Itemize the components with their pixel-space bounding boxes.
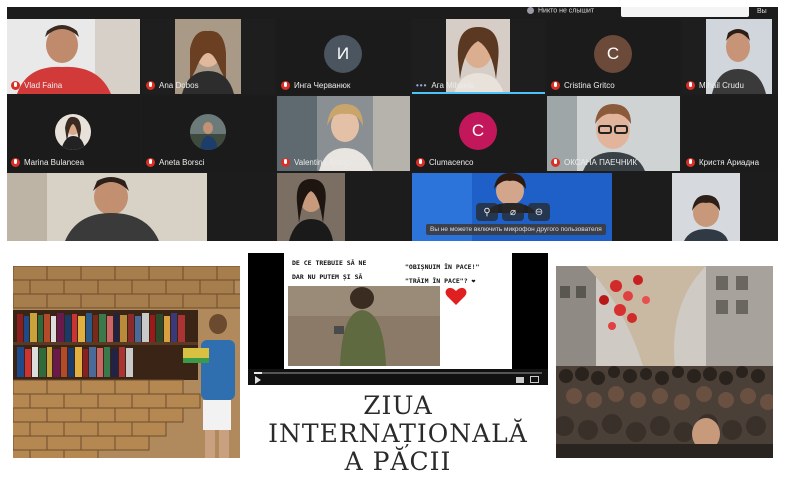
- participant-tile[interactable]: Кристя Ариадна: [682, 96, 778, 171]
- remove-icon[interactable]: ⊖: [528, 203, 550, 221]
- participant-name-label: Инга Черванюк: [281, 80, 350, 91]
- participant-tile[interactable]: ⚲ ⌀ ⊖ Вы не можете включить микрофон дру…: [412, 173, 612, 241]
- participant-video: [7, 173, 207, 241]
- participant-tile[interactable]: Valentina Antoci: [277, 96, 410, 171]
- video-conference-grid: Никто не слышит Вы Vlad Faina Ana Dobos …: [7, 7, 778, 241]
- participant-avatar: [55, 114, 91, 150]
- participant-tile[interactable]: Aneta Borsci: [142, 96, 275, 171]
- participant-name-label: Aneta Borsci: [146, 157, 204, 168]
- pin-icon[interactable]: ⚲: [476, 203, 498, 221]
- participant-tile[interactable]: Vlad Faina: [7, 19, 140, 94]
- mic-muted-icon: [416, 158, 425, 167]
- video-control-bar: [248, 369, 548, 385]
- volume-icon[interactable]: [516, 377, 524, 383]
- more-options-icon[interactable]: •••: [416, 81, 427, 90]
- video-text-question-2: DAR NU PUTEM ȘI SĂ: [292, 273, 363, 281]
- mic-tooltip: Вы не можете включить микрофон другого п…: [426, 224, 606, 235]
- notification-icon: [527, 7, 534, 14]
- video-player[interactable]: DE CE TREBUIE SĂ NE DAR NU PUTEM ȘI SĂ "…: [248, 253, 548, 385]
- participant-avatar: C: [459, 112, 497, 150]
- participant-name-label: Valentina Antoci: [281, 157, 351, 168]
- participant-video: [672, 173, 740, 241]
- participant-controls: ⚲ ⌀ ⊖: [476, 203, 550, 221]
- books-and-bricks-image: [13, 266, 240, 458]
- crowd-in-ruined-street-image: [556, 266, 773, 458]
- mic-muted-icon: [551, 158, 560, 167]
- seek-bar[interactable]: [254, 372, 542, 374]
- mic-muted-icon: [146, 81, 155, 90]
- mic-off-icon[interactable]: ⌀: [502, 203, 524, 221]
- participant-name-label: Vlad Faina: [11, 80, 62, 91]
- participant-avatar: [190, 114, 226, 150]
- participant-name-label: Cristina Gritco: [551, 80, 615, 91]
- mic-muted-icon: [146, 158, 155, 167]
- mic-muted-icon: [281, 81, 290, 90]
- exit-button[interactable]: Вы: [757, 8, 767, 15]
- mic-muted-icon: [281, 158, 290, 167]
- mic-muted-icon: [551, 81, 560, 90]
- conference-top-bar: Никто не слышит Вы: [7, 7, 778, 19]
- page-title: ZIUA INTERNAȚIONALĂ A PĂCII: [248, 392, 548, 477]
- mic-muted-icon: [686, 81, 695, 90]
- participant-tile[interactable]: [672, 173, 740, 241]
- participant-tile[interactable]: Marina Bulancea: [7, 96, 140, 171]
- participant-name-label: Clumacenco: [416, 157, 473, 168]
- participant-name-label: ОКСАНА ПАЕЧНИК: [551, 157, 637, 168]
- notification[interactable]: Никто не слышит: [527, 7, 594, 14]
- participant-video: [277, 173, 345, 241]
- video-content: DE CE TREBUIE SĂ NE DAR NU PUTEM ȘI SĂ "…: [284, 253, 512, 369]
- participant-avatar: И: [324, 35, 362, 73]
- participant-tile[interactable]: И Инга Черванюк: [277, 19, 410, 94]
- title-line-2: INTERNAȚIONALĂ: [268, 419, 528, 448]
- child-soldier-scene: [288, 286, 440, 366]
- fullscreen-icon[interactable]: [530, 376, 539, 383]
- participant-tile[interactable]: [277, 173, 345, 241]
- video-text-quote-2: "TRĂIM ÎN PACE"? ❤: [405, 277, 476, 285]
- participant-tile[interactable]: [7, 173, 207, 241]
- participant-tile[interactable]: C Clumacenco: [412, 96, 545, 171]
- participant-tile[interactable]: Mihail Crudu: [682, 19, 778, 94]
- title-line-1: ZIUA: [363, 391, 433, 420]
- participant-tile[interactable]: C Cristina Gritco: [547, 19, 680, 94]
- participant-name-label: Ana Dobos: [146, 80, 199, 91]
- play-icon[interactable]: [255, 376, 261, 384]
- mic-muted-icon: [686, 158, 695, 167]
- video-text-question-1: DE CE TREBUIE SĂ NE: [292, 259, 367, 267]
- participant-name-label: Mihail Crudu: [686, 80, 744, 91]
- participant-tile-active[interactable]: ••• Ага Mihaela: [412, 19, 545, 94]
- participant-tile[interactable]: ОКСАНА ПАЕЧНИК: [547, 96, 680, 171]
- title-line-3: A PĂCII: [344, 447, 452, 476]
- search-box[interactable]: [621, 7, 749, 17]
- video-text-quote-1: "OBIȘNUIM ÎN PACE!": [405, 263, 480, 271]
- participant-name-label: ••• Ага Mihaela: [416, 81, 475, 90]
- seek-progress: [254, 372, 262, 374]
- participant-tile[interactable]: Ana Dobos: [142, 19, 275, 94]
- heart-icon: [445, 287, 467, 305]
- participant-name-label: Marina Bulancea: [11, 157, 84, 168]
- mic-muted-icon: [11, 81, 20, 90]
- participant-name-label: Кристя Ариадна: [686, 157, 759, 168]
- mic-muted-icon: [11, 158, 20, 167]
- participant-avatar: C: [594, 35, 632, 73]
- active-speaker-indicator: [412, 92, 545, 94]
